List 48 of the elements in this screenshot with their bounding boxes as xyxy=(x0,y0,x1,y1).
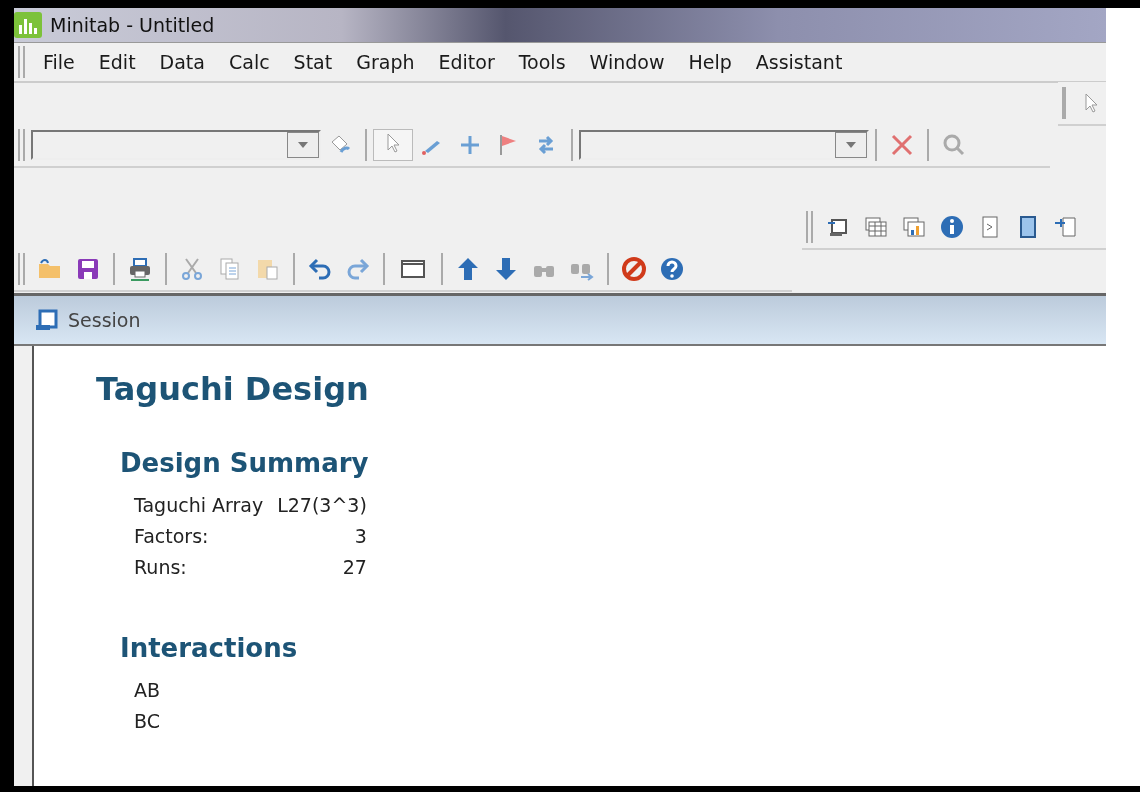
row-label: Factors: xyxy=(134,524,210,549)
session-title: Session xyxy=(68,309,141,331)
toolbar-grip[interactable] xyxy=(1062,87,1066,119)
scissors-icon[interactable] xyxy=(179,256,205,282)
menu-item[interactable]: Window xyxy=(577,51,677,73)
caret-icon xyxy=(846,142,856,148)
menu-item[interactable]: File xyxy=(31,51,87,73)
caret-icon xyxy=(298,142,308,148)
redo-icon[interactable] xyxy=(345,256,371,282)
help-icon[interactable] xyxy=(659,256,685,282)
toolbar-grip[interactable] xyxy=(18,253,25,285)
row-value: 27 xyxy=(341,555,367,580)
undo-icon[interactable] xyxy=(307,256,333,282)
menu-item[interactable]: Calc xyxy=(216,51,282,73)
menu-item[interactable]: Tools xyxy=(506,51,578,73)
row-value: 3 xyxy=(353,524,367,549)
row-label: Taguchi Array xyxy=(134,493,264,518)
window-title: Minitab - Untitled xyxy=(50,14,215,36)
dropdown-field[interactable] xyxy=(579,130,869,160)
print-icon[interactable] xyxy=(127,256,153,282)
section-heading: Interactions xyxy=(120,633,299,663)
app-logo xyxy=(14,12,42,38)
search-icon[interactable] xyxy=(941,132,967,158)
dropdown-field[interactable] xyxy=(31,130,321,160)
menu-item[interactable]: Data xyxy=(147,51,217,73)
page-icon[interactable] xyxy=(1053,214,1079,240)
worksheet-icon[interactable] xyxy=(863,214,889,240)
toolbar-grip[interactable] xyxy=(18,46,25,78)
toolbar-grip[interactable] xyxy=(806,211,813,243)
menu-item[interactable]: Graph xyxy=(344,51,427,73)
menu-item[interactable]: Help xyxy=(676,51,744,73)
cancel-icon[interactable] xyxy=(621,256,647,282)
menu-item[interactable]: Stat xyxy=(281,51,345,73)
interaction-term: BC xyxy=(134,709,161,734)
session-icon xyxy=(34,308,60,332)
section-heading: Design Summary xyxy=(120,448,370,478)
info-icon[interactable] xyxy=(939,214,965,240)
output-heading: Taguchi Design xyxy=(96,370,370,408)
graphs-icon[interactable] xyxy=(901,214,927,240)
interaction-term: AB xyxy=(134,678,162,703)
toolbar-grip[interactable] xyxy=(18,129,25,161)
menu-item[interactable]: Edit xyxy=(86,51,148,73)
close-icon[interactable] xyxy=(889,132,915,158)
menu-item[interactable]: Assistant xyxy=(743,51,855,73)
save-icon[interactable] xyxy=(75,256,101,282)
menu-item[interactable]: Editor xyxy=(426,51,507,73)
row-value: L27(3^3) xyxy=(277,493,367,518)
row-label: Runs: xyxy=(134,555,188,580)
